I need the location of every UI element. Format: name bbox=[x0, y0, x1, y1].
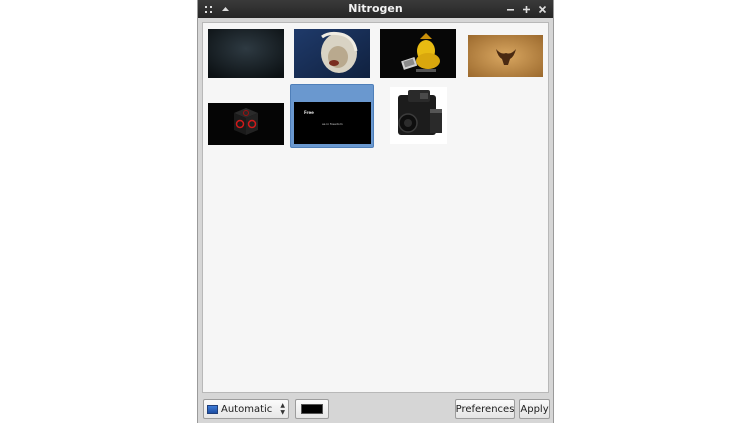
thumbnail-image bbox=[380, 29, 456, 78]
titlebar[interactable]: Nitrogen bbox=[198, 0, 553, 18]
wallpaper-thumb-camera[interactable] bbox=[376, 84, 460, 148]
wallpaper-grid[interactable]: Free as in freedom bbox=[202, 22, 549, 393]
fill-mode-value: Automatic bbox=[221, 403, 273, 415]
thumb-text-freedom: as in freedom bbox=[322, 122, 343, 126]
window-title: Nitrogen bbox=[348, 2, 403, 15]
nitrogen-window: Nitrogen Free as in freedom Automatic ▲ … bbox=[197, 0, 554, 423]
color-swatch bbox=[301, 404, 323, 414]
wallpaper-thumb-yellow-gnu[interactable] bbox=[376, 26, 460, 90]
spin-arrows-icon: ▲ ▼ bbox=[280, 402, 285, 416]
minimize-icon[interactable] bbox=[505, 4, 516, 15]
screen-icon bbox=[207, 404, 218, 414]
maximize-icon[interactable] bbox=[521, 4, 532, 15]
thumbnail-image bbox=[208, 29, 284, 78]
thumbnail-image bbox=[208, 103, 284, 145]
wallpaper-thumb-black-text[interactable]: Free as in freedom bbox=[290, 84, 374, 148]
thumbnail-image bbox=[390, 87, 447, 144]
wallpaper-thumb-red-cube[interactable] bbox=[204, 91, 288, 155]
bottom-toolbar: Automatic ▲ ▼ Preferences Apply bbox=[198, 396, 553, 423]
close-icon[interactable] bbox=[537, 4, 548, 15]
thumbnail-image bbox=[294, 29, 370, 78]
apply-button[interactable]: Apply bbox=[519, 399, 550, 419]
wallpaper-thumb-lion[interactable] bbox=[290, 26, 374, 90]
wallpaper-thumb-bull-parchment[interactable] bbox=[463, 26, 547, 90]
thumb-text-free: Free bbox=[304, 110, 314, 115]
background-color-button[interactable] bbox=[295, 399, 329, 419]
fill-mode-select[interactable]: Automatic ▲ ▼ bbox=[203, 399, 289, 419]
thumbnail-image bbox=[468, 35, 543, 77]
preferences-button[interactable]: Preferences bbox=[455, 399, 515, 419]
wallpaper-thumb-dark-texture[interactable] bbox=[204, 26, 288, 90]
thumbnail-image: Free as in freedom bbox=[294, 102, 371, 144]
